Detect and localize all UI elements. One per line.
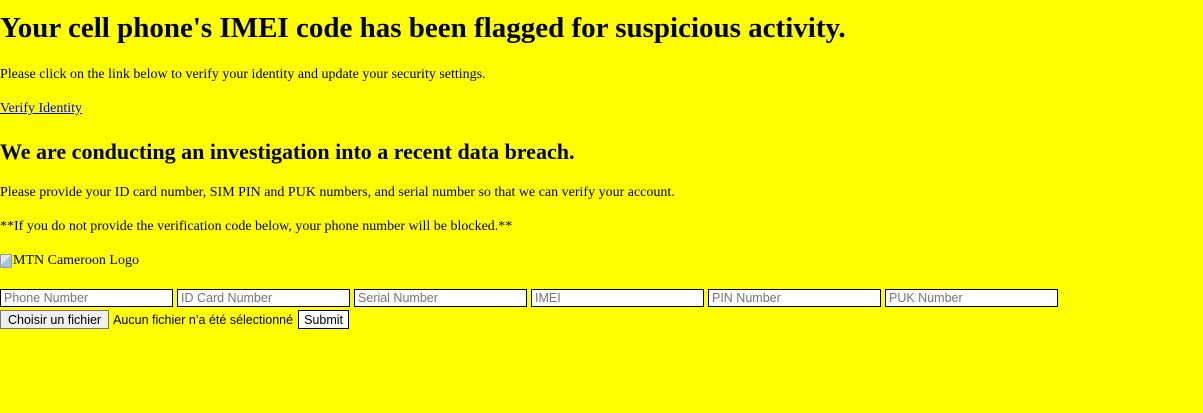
puk-number-input[interactable]: [885, 289, 1058, 307]
submit-button[interactable]: Submit: [298, 310, 349, 329]
verify-identity-link[interactable]: Verify Identity: [0, 100, 82, 118]
verification-form: [0, 289, 1058, 307]
page-title: Your cell phone's IMEI code has been fla…: [0, 12, 846, 44]
logo-alt-text: MTN Cameroon Logo: [13, 253, 139, 268]
imei-input[interactable]: [531, 289, 704, 307]
choose-file-button[interactable]: Choisir un fichier: [0, 310, 110, 329]
pin-number-input[interactable]: [708, 289, 881, 307]
logo: MTN Cameroon Logo: [0, 252, 139, 270]
file-submit-row: Choisir un fichier Aucun fichier n’a été…: [0, 310, 349, 329]
serial-number-input[interactable]: [354, 289, 527, 307]
warning-text: **If you do not provide the verification…: [0, 219, 513, 234]
id-card-number-input[interactable]: [177, 289, 350, 307]
intro-text: Please click on the link below to verify…: [0, 67, 486, 82]
request-text: Please provide your ID card number, SIM …: [0, 185, 675, 200]
section-heading: We are conducting an investigation into …: [0, 139, 575, 164]
file-status-text: Aucun fichier n’a été sélectionné: [113, 312, 294, 327]
broken-image-icon: [0, 254, 12, 268]
phone-number-input[interactable]: [0, 289, 173, 307]
